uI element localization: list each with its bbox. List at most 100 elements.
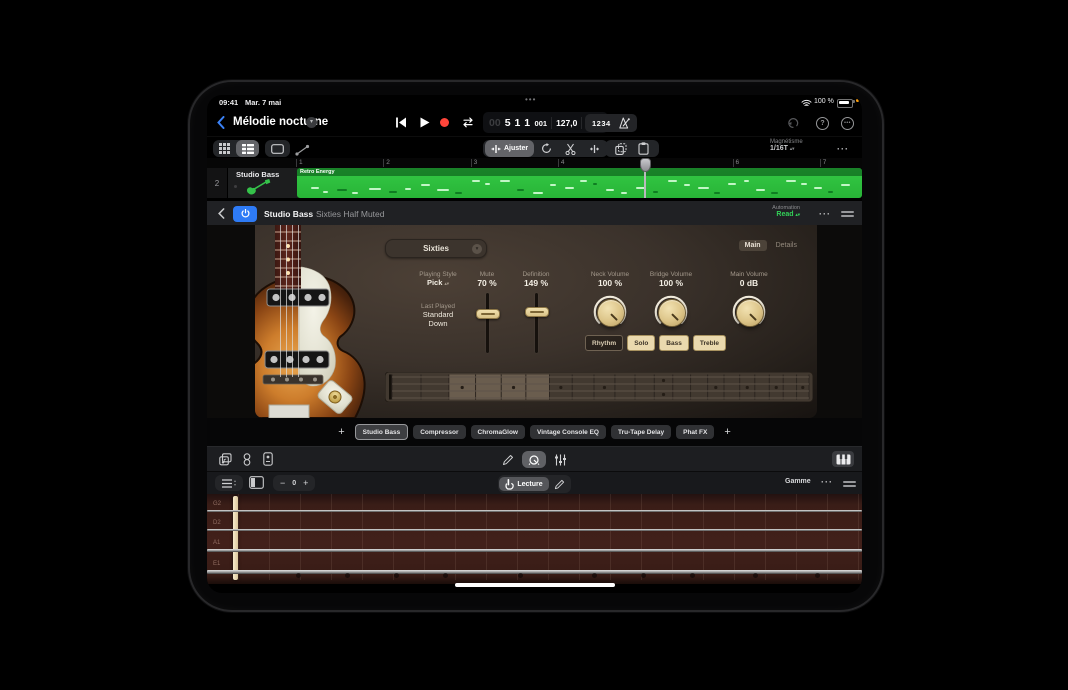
- strip-marker-dot: [662, 393, 665, 396]
- paste-icon[interactable]: [638, 142, 649, 155]
- preset-selector[interactable]: Sixties ▾: [385, 239, 487, 258]
- grid-icon: [219, 143, 230, 154]
- string-line-d2[interactable]: [207, 529, 862, 531]
- automation-icon[interactable]: [295, 144, 310, 156]
- midi-note: [337, 189, 347, 191]
- region-inspector-button[interactable]: [265, 140, 290, 157]
- bridge-volume-knob[interactable]: [658, 299, 686, 327]
- plugin-power-button[interactable]: [233, 206, 257, 222]
- play-button[interactable]: [420, 117, 430, 128]
- pickup-button-bass[interactable]: Bass: [659, 335, 689, 351]
- edit-mode-button[interactable]: [550, 479, 570, 490]
- track-number[interactable]: 2: [207, 168, 227, 198]
- undo-icon[interactable]: [787, 117, 799, 129]
- playing-style-control[interactable]: Playing Style Pick ▴▾: [407, 271, 469, 287]
- fret-line: [796, 494, 797, 580]
- drag-handle-icon[interactable]: [841, 211, 854, 213]
- midi-note: [485, 183, 490, 185]
- count-in-button[interactable]: 1234: [592, 119, 611, 128]
- plugin-more-icon[interactable]: ···: [819, 209, 831, 219]
- go-to-beginning-button[interactable]: [395, 117, 407, 128]
- split-tool-button[interactable]: [558, 140, 582, 157]
- tab-main[interactable]: Main: [739, 240, 767, 251]
- mini-fretboard-strip[interactable]: [385, 372, 813, 402]
- mixer-icon[interactable]: [554, 454, 567, 466]
- chain-plugin-pill[interactable]: Tru-Tape Delay: [611, 425, 671, 439]
- string-line-g2[interactable]: [207, 510, 862, 512]
- automation-control[interactable]: Automation Read ▴▾: [755, 205, 800, 218]
- record-button[interactable]: [440, 118, 449, 127]
- editor-more-icon[interactable]: ···: [821, 477, 833, 487]
- fretboard-editor[interactable]: G2D2A1E1: [207, 494, 862, 584]
- string-line-a1[interactable]: [207, 549, 862, 552]
- help-icon[interactable]: ?: [816, 117, 829, 130]
- chain-plugin-pill[interactable]: Vintage Console EQ: [530, 425, 606, 439]
- fret-line: [393, 494, 394, 580]
- editor-drag-handle-icon[interactable]: [843, 481, 856, 483]
- fret-marker-dot: [815, 573, 820, 578]
- studio-bass-panel: Sixties ▾ Main Details Playing Style Pic…: [255, 225, 817, 418]
- join-tool-button[interactable]: [582, 140, 606, 157]
- chain-plugin-pill[interactable]: Studio Bass: [355, 424, 409, 440]
- copy-icon[interactable]: [615, 143, 627, 155]
- home-indicator[interactable]: [455, 583, 615, 587]
- clock: 09:41: [219, 98, 238, 107]
- knob-pointer: [610, 313, 617, 320]
- back-chevron-icon[interactable]: [217, 116, 225, 129]
- cycle-button[interactable]: [461, 117, 475, 128]
- lcd-divider: [581, 117, 582, 129]
- add-plugin-button[interactable]: +: [719, 426, 735, 438]
- playhead-marker[interactable]: [640, 158, 651, 172]
- tracks-view-button[interactable]: [236, 140, 259, 157]
- midi-note: [580, 180, 587, 182]
- string-label: E1: [213, 561, 220, 567]
- mute-slider-handle[interactable]: [476, 309, 500, 319]
- loop-tool-button[interactable]: [534, 140, 558, 157]
- midi-note: [653, 191, 658, 193]
- pencil-icon[interactable]: [502, 454, 514, 466]
- tab-details[interactable]: Details: [770, 240, 803, 251]
- strip-marker-dot: [714, 386, 717, 389]
- chain-plugin-pill[interactable]: Compressor: [413, 425, 465, 439]
- pickup-button-solo[interactable]: Solo: [627, 335, 655, 351]
- plugin-name: Studio Bass: [264, 209, 313, 219]
- track-row: 2 Studio Bass Retro Energy: [207, 168, 862, 198]
- pickup-button-treble[interactable]: Treble: [693, 335, 726, 351]
- multitask-dots-icon[interactable]: •••: [525, 95, 536, 104]
- fret-line: [579, 494, 580, 580]
- adjust-tool-button[interactable]: Ajuster: [485, 140, 534, 157]
- play-mode-button[interactable]: Lecture: [499, 477, 548, 491]
- string-label: A1: [213, 540, 220, 546]
- lcd-tempo: 127,0: [556, 118, 577, 128]
- ruler-bar-number: 3: [471, 159, 478, 166]
- title-menu-chevron-icon[interactable]: ▾: [306, 117, 317, 128]
- bar-ruler[interactable]: 123467: [207, 158, 862, 168]
- scale-button[interactable]: Gamme: [785, 478, 811, 485]
- metronome-icon[interactable]: [619, 117, 630, 129]
- midi-note: [684, 184, 690, 186]
- fretboard-playhead[interactable]: [233, 496, 238, 580]
- main-volume-knob[interactable]: [736, 299, 764, 327]
- track-header[interactable]: Studio Bass: [227, 168, 298, 198]
- fret-line: [269, 494, 270, 580]
- controls-view-button[interactable]: [522, 451, 546, 468]
- chain-plugin-pill[interactable]: ChromaGlow: [471, 425, 525, 439]
- midi-region[interactable]: Retro Energy: [297, 168, 862, 198]
- neck-volume-knob[interactable]: [597, 299, 625, 327]
- orange-indicator-dot: [856, 99, 859, 102]
- grid-view-button[interactable]: [213, 140, 236, 157]
- string-line-e1[interactable]: [207, 570, 862, 574]
- copy-paste-group: [605, 140, 659, 157]
- plugin-chain: + Studio Bass Compressor ChromaGlow Vintage …: [207, 418, 862, 446]
- add-plugin-button[interactable]: +: [333, 426, 349, 438]
- more-circle-icon[interactable]: •••: [841, 117, 854, 130]
- keyboard-toggle-button[interactable]: [832, 451, 854, 467]
- chain-plugin-pill[interactable]: Phat FX: [676, 425, 714, 439]
- definition-slider-handle[interactable]: [525, 307, 549, 317]
- pickup-button-rhythm[interactable]: Rhythm: [585, 335, 623, 351]
- snap-value: 1/16T: [770, 145, 788, 152]
- midi-note: [728, 183, 736, 185]
- snap-setting[interactable]: Magnétisme 1/16T ▴▾: [770, 139, 803, 152]
- toolbar-more-icon[interactable]: ···: [837, 144, 849, 154]
- collapse-chevron-icon[interactable]: [218, 208, 225, 219]
